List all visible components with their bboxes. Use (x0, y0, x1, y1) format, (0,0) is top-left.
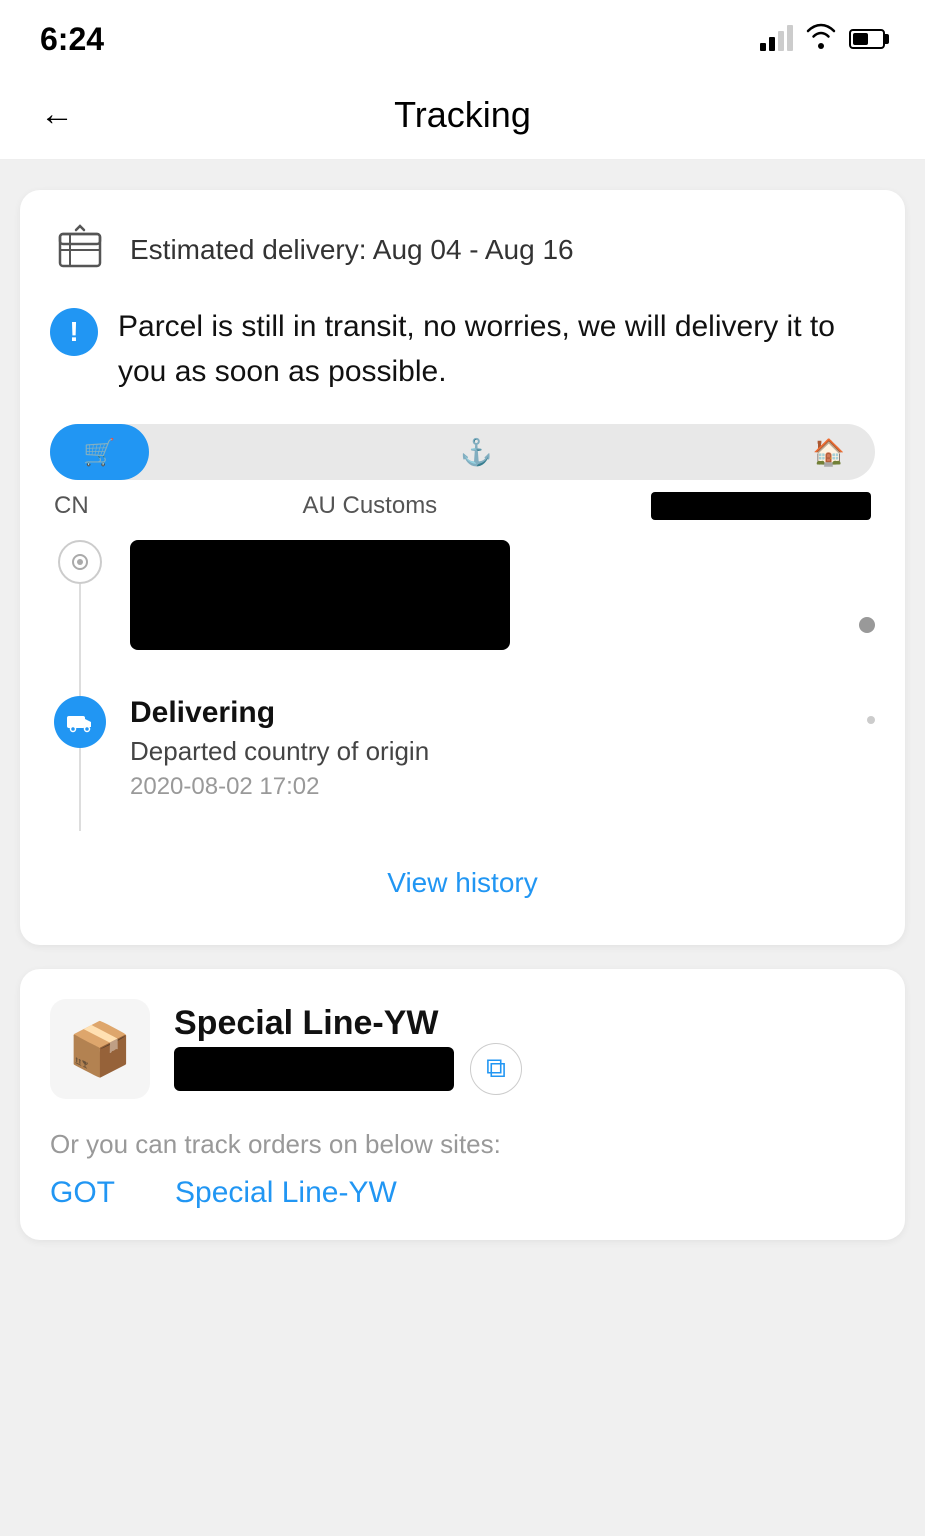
copy-button[interactable]: ⧉ (470, 1043, 522, 1095)
alert-row: ! Parcel is still in transit, no worries… (50, 304, 875, 394)
cart-icon: 🛒 (83, 437, 115, 468)
view-history-button[interactable]: View history (50, 851, 875, 915)
status-icons (760, 23, 885, 56)
event-line-1 (79, 584, 81, 696)
alert-icon: ! (50, 308, 98, 356)
special-line-header: 📦 Special Line-YW ⧉ (50, 999, 875, 1099)
delivery-icon (54, 224, 106, 276)
track-links: GOT Special Line-YW (50, 1176, 875, 1210)
progress-active: 🛒 (50, 424, 149, 480)
label-customs: AU Customs (302, 492, 437, 520)
tracking-event-2: Delivering Departed country of origin 20… (50, 696, 875, 831)
page-title: Tracking (94, 94, 831, 136)
special-line-info: Special Line-YW ⧉ (174, 1004, 522, 1095)
progress-track: 🛒 ⚓ 🏠 (50, 424, 875, 480)
tracking-event-1 (50, 540, 875, 696)
tracking-number-redacted (174, 1047, 454, 1091)
or-track-text: Or you can track orders on below sites: (50, 1129, 875, 1160)
nav-bar: ← Tracking (0, 70, 925, 160)
event-left-2 (50, 696, 110, 831)
back-button[interactable]: ← (40, 95, 74, 134)
event-title-2: Delivering (130, 696, 847, 730)
track-link-got[interactable]: GOT (50, 1176, 115, 1210)
progress-section: 🛒 ⚓ 🏠 CN AU Customs (50, 424, 875, 520)
main-content: Estimated delivery: Aug 04 - Aug 16 ! Pa… (0, 160, 925, 1270)
home-icon: 🏠 (813, 437, 845, 468)
event-time-2: 2020-08-02 17:02 (130, 773, 847, 801)
event-line-2 (79, 748, 81, 831)
delivery-text: Estimated delivery: Aug 04 - Aug 16 (130, 234, 574, 266)
event-dot-grey-1 (58, 540, 102, 584)
event-content-1 (130, 540, 839, 696)
event-dot-right-2 (867, 716, 875, 724)
event-dot-right-1 (859, 617, 875, 633)
package-icon: 📦 (68, 1019, 133, 1080)
special-line-card: 📦 Special Line-YW ⧉ Or you can track ord… (20, 969, 905, 1240)
anchor-icon: ⚓ (460, 437, 492, 468)
alert-text: Parcel is still in transit, no worries, … (118, 304, 875, 394)
progress-labels: CN AU Customs (50, 492, 875, 520)
label-destination-redacted (651, 492, 871, 520)
wifi-icon (805, 23, 837, 56)
package-icon-wrap: 📦 (50, 999, 150, 1099)
event-left-1 (50, 540, 110, 696)
status-time: 6:24 (40, 21, 104, 58)
label-cn: CN (54, 492, 89, 520)
event-dot-blue-2 (54, 696, 106, 748)
delivery-icon-wrap (50, 220, 110, 280)
track-link-special-line-yw[interactable]: Special Line-YW (175, 1176, 397, 1210)
tracking-card: Estimated delivery: Aug 04 - Aug 16 ! Pa… (20, 190, 905, 945)
special-line-name: Special Line-YW (174, 1004, 522, 1043)
tracking-number-row: ⧉ (174, 1043, 522, 1095)
event-subtitle-2: Departed country of origin (130, 736, 847, 767)
tracking-events: Delivering Departed country of origin 20… (50, 540, 875, 831)
status-bar: 6:24 (0, 0, 925, 70)
signal-icon (760, 27, 793, 51)
event-redacted-image (130, 540, 510, 650)
delivery-info: Estimated delivery: Aug 04 - Aug 16 (50, 220, 875, 280)
battery-icon (849, 29, 885, 49)
event-content-2: Delivering Departed country of origin 20… (130, 696, 847, 831)
